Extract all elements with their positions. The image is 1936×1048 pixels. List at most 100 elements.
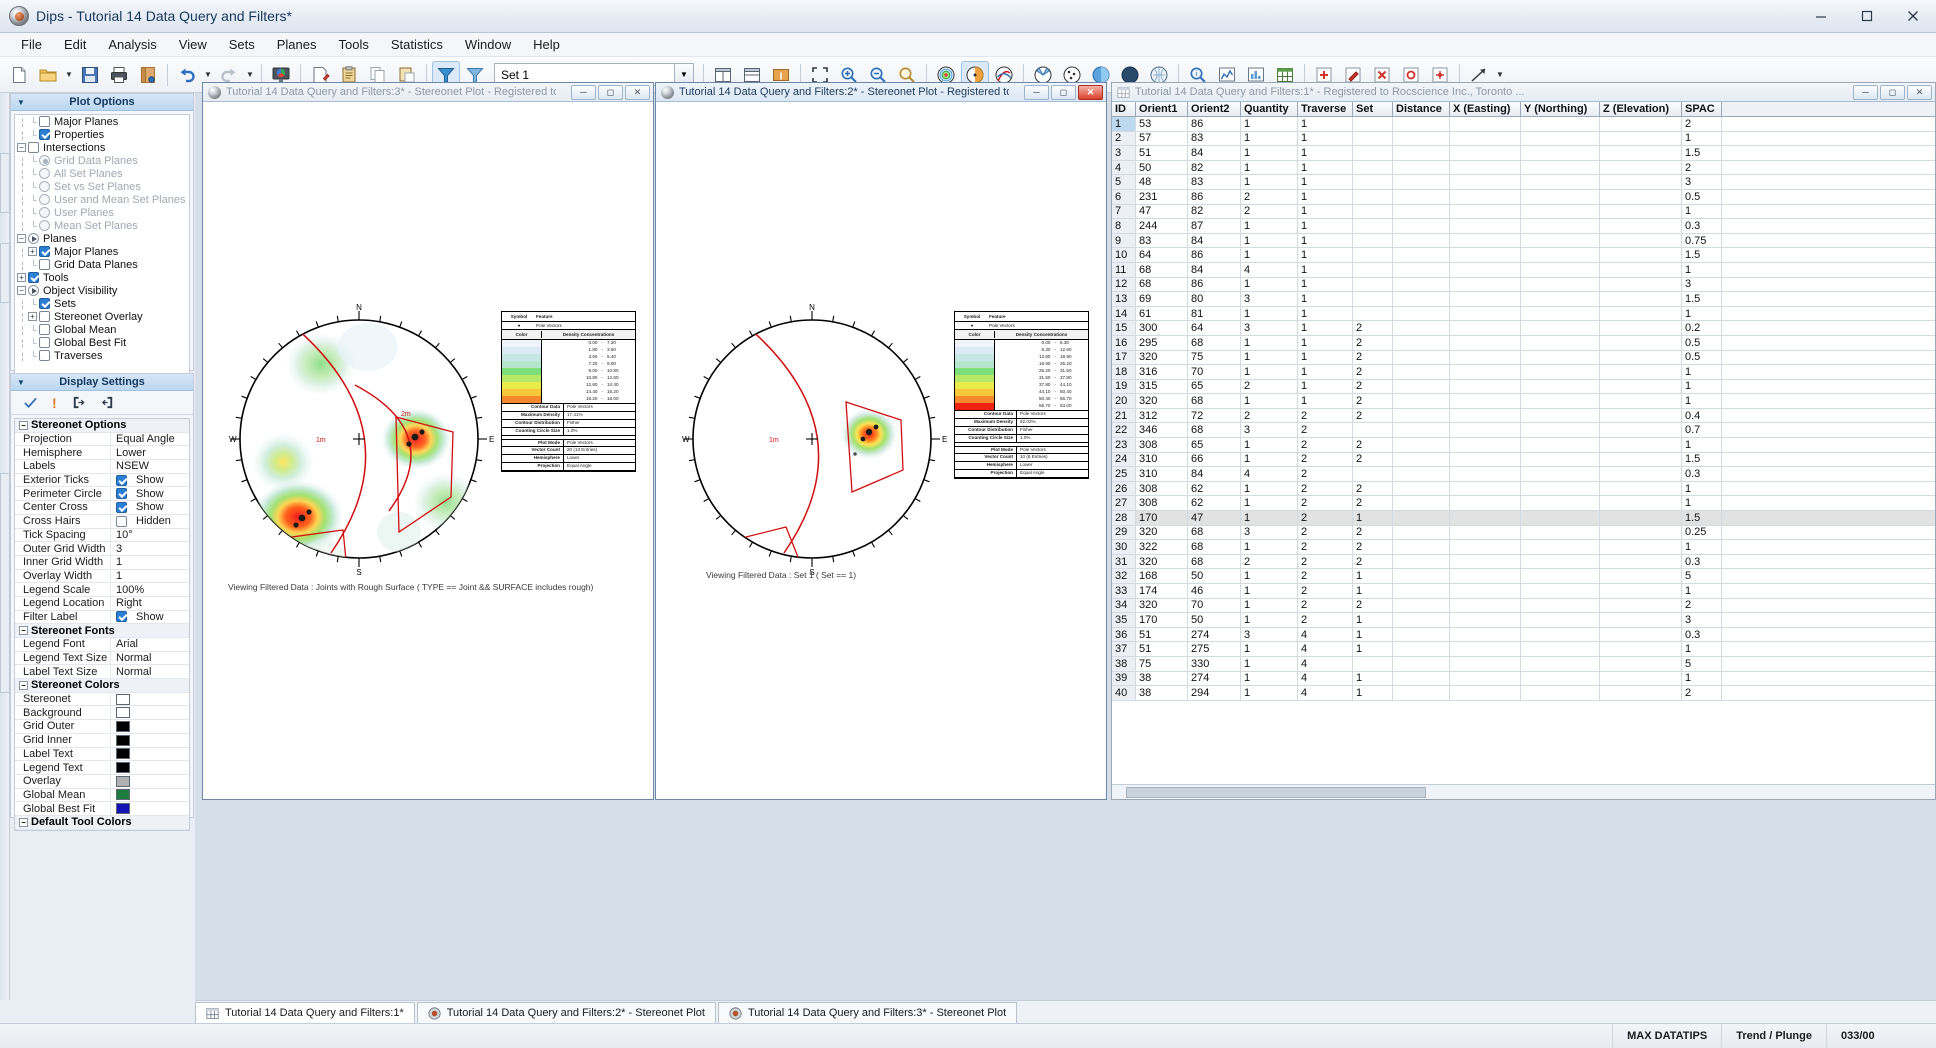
table-cell[interactable] [1393, 263, 1450, 277]
table-cell[interactable]: 4 [1298, 672, 1353, 686]
table-cell[interactable] [1600, 336, 1682, 350]
table-cell[interactable] [1353, 248, 1393, 262]
table-row[interactable]: 146181111 [1112, 307, 1935, 322]
checkbox[interactable] [39, 311, 50, 322]
table-cell[interactable]: 1 [1298, 321, 1353, 335]
table-cell[interactable]: 1 [1241, 438, 1298, 452]
tree-item-sets[interactable]: ¦└Sets [15, 297, 189, 310]
close-button[interactable]: ✕ [1907, 85, 1932, 100]
collapse-icon[interactable]: − [19, 421, 28, 430]
setting-value[interactable]: Show [111, 474, 189, 486]
new-file-icon[interactable] [5, 61, 33, 89]
table-cell[interactable]: 83 [1188, 175, 1241, 189]
table-cell[interactable] [1450, 409, 1521, 423]
table-cell[interactable]: 51 [1136, 642, 1188, 656]
table-cell[interactable]: 50 [1188, 613, 1241, 627]
table-cell[interactable] [1600, 540, 1682, 554]
table-cell[interactable]: 2 [1353, 394, 1393, 408]
table-cell[interactable] [1450, 117, 1521, 131]
setting-row-exterior-ticks[interactable]: Exterior TicksShow [15, 474, 189, 488]
color-swatch[interactable] [116, 721, 130, 732]
table-cell[interactable]: 1 [1241, 146, 1298, 160]
setting-row-cross-hairs[interactable]: Cross HairsHidden [15, 515, 189, 529]
row-id-cell[interactable]: 19 [1112, 380, 1136, 394]
table-cell[interactable] [1393, 613, 1450, 627]
radio-button[interactable] [39, 207, 50, 218]
row-id-cell[interactable]: 17 [1112, 351, 1136, 365]
dock-tab-2[interactable] [0, 243, 10, 303]
table-cell[interactable]: 70 [1188, 365, 1241, 379]
minimize-button[interactable]: ─ [1853, 85, 1878, 100]
row-id-cell[interactable]: 14 [1112, 307, 1136, 321]
apply-check-icon[interactable] [23, 395, 38, 410]
collapse-caret-icon[interactable]: ▼ [17, 98, 25, 107]
menu-window[interactable]: Window [454, 34, 522, 55]
table-cell[interactable]: 2 [1241, 409, 1298, 423]
table-cell[interactable]: 3 [1682, 613, 1722, 627]
table-cell[interactable] [1393, 278, 1450, 292]
minimize-button[interactable]: ─ [571, 85, 596, 100]
tree-item-major-planes[interactable]: ¦+Major Planes [15, 245, 189, 258]
table-row[interactable]: 39382741411 [1112, 672, 1935, 687]
table-cell[interactable]: 1 [1682, 205, 1722, 219]
row-id-cell[interactable]: 4 [1112, 161, 1136, 175]
table-row[interactable]: 31320682220.3 [1112, 555, 1935, 570]
row-id-cell[interactable]: 27 [1112, 496, 1136, 510]
table-cell[interactable] [1393, 205, 1450, 219]
checkbox[interactable] [39, 259, 50, 270]
table-cell[interactable]: 168 [1136, 569, 1188, 583]
table-cell[interactable]: 5 [1682, 657, 1722, 671]
checkbox[interactable] [39, 298, 50, 309]
setting-row-legend-location[interactable]: Legend LocationRight [15, 597, 189, 611]
table-cell[interactable] [1521, 292, 1600, 306]
setting-value[interactable] [111, 721, 189, 732]
table-cell[interactable] [1450, 205, 1521, 219]
checkbox[interactable] [116, 611, 127, 622]
column-header-set[interactable]: Set [1353, 102, 1393, 116]
table-cell[interactable]: 68 [1188, 394, 1241, 408]
table-cell[interactable]: 1 [1298, 146, 1353, 160]
table-row[interactable]: 32168501215 [1112, 569, 1935, 584]
radio-button[interactable] [39, 155, 50, 166]
table-cell[interactable] [1450, 599, 1521, 613]
table-cell[interactable]: 310 [1136, 467, 1188, 481]
table-cell[interactable] [1450, 467, 1521, 481]
table-cell[interactable]: 320 [1136, 351, 1188, 365]
collapse-icon[interactable]: − [17, 286, 26, 295]
table-cell[interactable]: 2 [1298, 584, 1353, 598]
table-cell[interactable]: 2 [1298, 555, 1353, 569]
table-cell[interactable]: 68 [1136, 263, 1188, 277]
table-cell[interactable]: 86 [1188, 117, 1241, 131]
row-id-cell[interactable]: 30 [1112, 540, 1136, 554]
setting-row-legend-font[interactable]: Legend FontArial [15, 638, 189, 652]
table-cell[interactable]: 0.75 [1682, 234, 1722, 248]
table-cell[interactable]: 53 [1136, 117, 1188, 131]
table-cell[interactable]: 1 [1353, 672, 1393, 686]
tree-item-traverses[interactable]: ¦└Traverses [15, 349, 189, 362]
table-cell[interactable] [1353, 146, 1393, 160]
table-cell[interactable]: 87 [1188, 219, 1241, 233]
table-cell[interactable]: 1 [1241, 657, 1298, 671]
table-cell[interactable]: 2 [1682, 686, 1722, 700]
menu-help[interactable]: Help [522, 34, 571, 55]
table-cell[interactable] [1353, 161, 1393, 175]
table-cell[interactable] [1450, 307, 1521, 321]
table-cell[interactable] [1450, 569, 1521, 583]
table-cell[interactable]: 68 [1188, 555, 1241, 569]
table-cell[interactable]: 320 [1136, 599, 1188, 613]
table-cell[interactable]: 1 [1298, 234, 1353, 248]
column-header-quantity[interactable]: Quantity [1241, 102, 1298, 116]
open-dropdown-caret[interactable]: ▼ [63, 61, 75, 89]
table-cell[interactable] [1450, 292, 1521, 306]
table-cell[interactable] [1353, 117, 1393, 131]
tree-item-grid-data-planes[interactable]: ¦└Grid Data Planes [15, 258, 189, 271]
close-button[interactable] [1890, 0, 1936, 33]
table-row[interactable]: 16295681120.5 [1112, 336, 1935, 351]
table-cell[interactable] [1450, 190, 1521, 204]
minimize-button[interactable] [1798, 0, 1844, 33]
table-cell[interactable] [1393, 307, 1450, 321]
table-cell[interactable] [1521, 672, 1600, 686]
table-cell[interactable]: 275 [1188, 642, 1241, 656]
table-cell[interactable]: 3 [1241, 526, 1298, 540]
table-cell[interactable] [1600, 365, 1682, 379]
